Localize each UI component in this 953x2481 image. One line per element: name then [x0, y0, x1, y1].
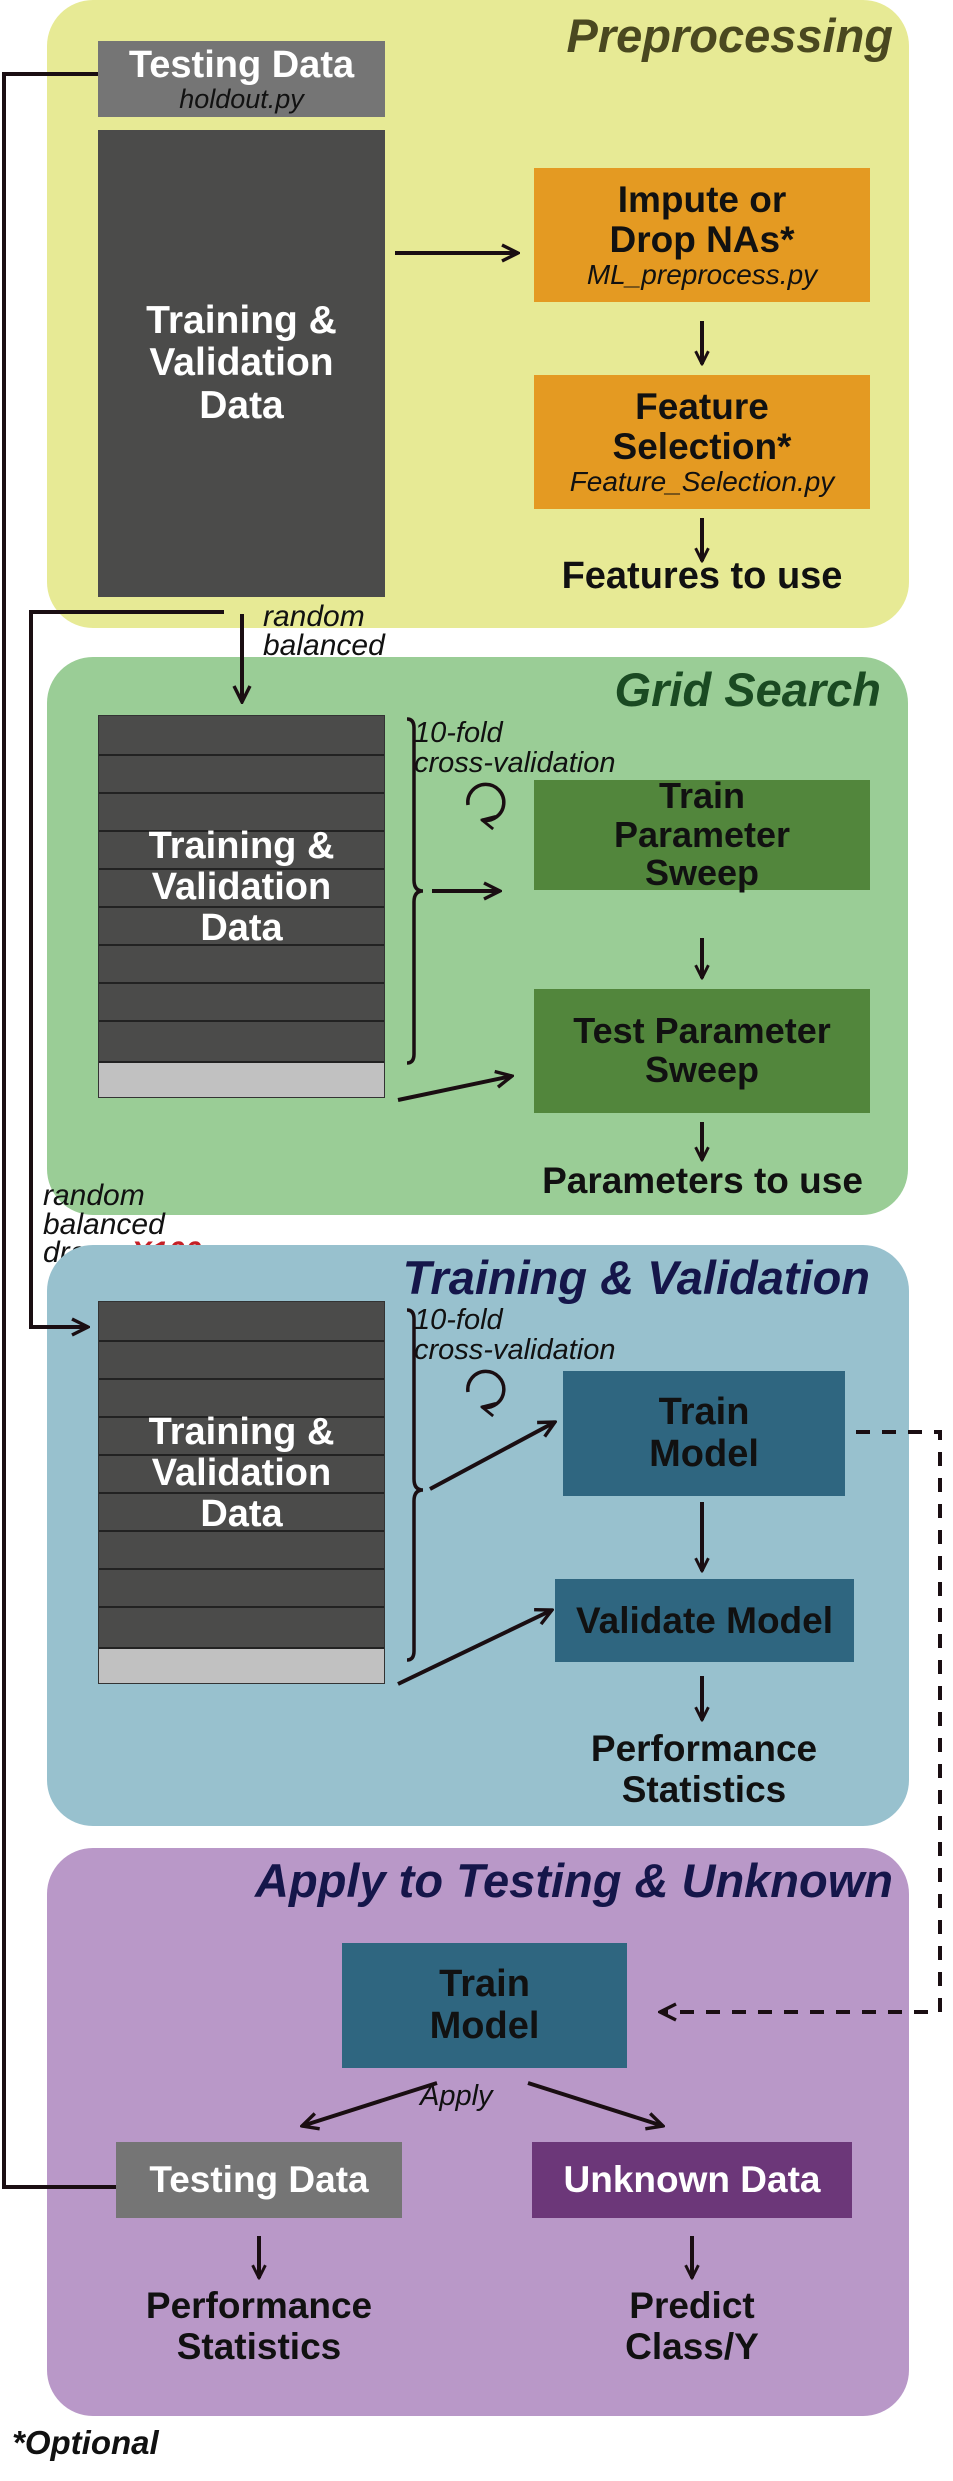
- predict-class-label: Predict Class/Y: [532, 2285, 852, 2368]
- grid-search-training-stack: Training & Validation Data: [98, 715, 385, 1098]
- training-data-line2: Validation: [149, 341, 334, 385]
- apply-title: Apply to Testing & Unknown: [255, 1854, 893, 1907]
- training-data-line1: Training &: [146, 299, 337, 343]
- training-validation-data-block: Training & Validation Data: [98, 130, 385, 597]
- tv-performance-statistics-label: Performance Statistics: [563, 1728, 845, 1811]
- parameters-to-use-label: Parameters to use: [542, 1160, 863, 1201]
- tv-cv-note: 10-fold cross-validation: [414, 1305, 615, 1366]
- validate-model-label: Validate Model: [575, 1599, 833, 1641]
- tv-cv-line2: cross-validation: [414, 1334, 616, 1367]
- train-sweep-line2: Parameter: [613, 813, 791, 855]
- predict-line1: Predict: [629, 2285, 755, 2326]
- features-to-use-label: Features to use: [561, 555, 843, 597]
- fold: [99, 1020, 384, 1058]
- feature-selection-box: Feature Selection* Feature_Selection.py: [534, 375, 870, 509]
- training-data-line3: Data: [199, 383, 284, 427]
- tv-perf-line1: Performance: [590, 1728, 818, 1769]
- impute-line2: Drop NAs*: [609, 218, 795, 260]
- fold: [99, 1530, 384, 1568]
- tv-cv-line1: 10-fold: [414, 1304, 503, 1336]
- fold: [99, 944, 384, 982]
- tv-training-line1: Training &: [148, 1411, 335, 1453]
- holdout-fold: [99, 1061, 384, 1097]
- training-validation-title: Training & Validation: [402, 1251, 870, 1304]
- impute-drop-nas-box: Impute or Drop NAs* ML_preprocess.py: [534, 168, 870, 302]
- tv-training-line3: Data: [200, 1493, 283, 1536]
- preprocessing-title: Preprocessing: [566, 9, 893, 62]
- draws-x100-line2: balanced: [43, 1207, 165, 1241]
- tv-training-line2: Validation: [151, 1452, 332, 1495]
- fold: [99, 1606, 384, 1644]
- tv-train-line2: Model: [649, 1432, 759, 1475]
- tv-train-model-box: Train Model: [563, 1371, 845, 1496]
- fold: [99, 1340, 384, 1378]
- fold: [99, 754, 384, 792]
- draws-x10-line1: random: [263, 600, 365, 633]
- train-sweep-line1: Train: [658, 774, 746, 816]
- grid-cv-note: 10-fold cross-validation: [414, 718, 615, 779]
- grid-training-data-text: Training & Validation Data: [99, 825, 384, 950]
- test-parameter-sweep-box: Test Parameter Sweep: [534, 989, 870, 1113]
- tv-train-line1: Train: [658, 1391, 750, 1434]
- apply-train-line2: Model: [429, 2004, 540, 2047]
- impute-line1: Impute or: [617, 178, 787, 220]
- grid-training-line1: Training &: [148, 825, 335, 867]
- predict-line2: Class/Y: [625, 2326, 759, 2368]
- apply-label: Apply: [420, 2080, 493, 2112]
- validate-model-box: Validate Model: [555, 1579, 854, 1662]
- train-parameter-sweep-box: Train Parameter Sweep: [534, 774, 870, 894]
- testing-data-label: Testing Data: [128, 43, 355, 86]
- fold: [99, 1568, 384, 1606]
- unknown-data-label: Unknown Data: [563, 2159, 821, 2201]
- tv-training-stack: Training & Validation Data: [98, 1301, 385, 1684]
- grid-cv-line2: cross-validation: [414, 747, 616, 780]
- tv-perf-line2: Statistics: [621, 1769, 787, 1811]
- feature-selection-script-label: Feature_Selection.py: [569, 465, 835, 497]
- grid-training-line2: Validation: [151, 866, 332, 909]
- feature-line1: Feature: [635, 385, 769, 427]
- draws-x10-line2: balanced: [263, 628, 385, 662]
- unknown-data-box: Unknown Data: [532, 2142, 852, 2218]
- train-sweep-line3: Sweep: [644, 852, 760, 894]
- apply-testing-data-label: Testing Data: [149, 2159, 369, 2201]
- optional-footnote: *Optional: [12, 2424, 159, 2461]
- feature-line2: Selection*: [612, 425, 792, 467]
- apply-train-model-box: Train Model: [342, 1943, 627, 2068]
- apply-perf-line1: Performance: [145, 2285, 373, 2326]
- fold: [99, 982, 384, 1020]
- grid-training-line3: Data: [200, 907, 283, 950]
- draws-x100-line1: random: [43, 1179, 145, 1212]
- grid-cv-line1: 10-fold: [414, 717, 503, 749]
- apply-train-line1: Train: [439, 1963, 530, 2006]
- holdout-fold: [99, 1647, 384, 1683]
- apply-testing-data-box: Testing Data: [116, 2142, 402, 2218]
- apply-performance-statistics-label: Performance Statistics: [116, 2285, 402, 2368]
- test-sweep-line1: Test Parameter: [573, 1010, 831, 1052]
- ml-preprocess-script-label: ML_preprocess.py: [586, 258, 818, 290]
- grid-search-title: Grid Search: [614, 663, 881, 716]
- testing-data-box: Testing Data holdout.py: [98, 41, 385, 117]
- test-sweep-line2: Sweep: [644, 1049, 760, 1090]
- apply-perf-line2: Statistics: [176, 2326, 342, 2368]
- tv-training-data-text: Training & Validation Data: [99, 1411, 384, 1536]
- holdout-script-label: holdout.py: [179, 84, 304, 115]
